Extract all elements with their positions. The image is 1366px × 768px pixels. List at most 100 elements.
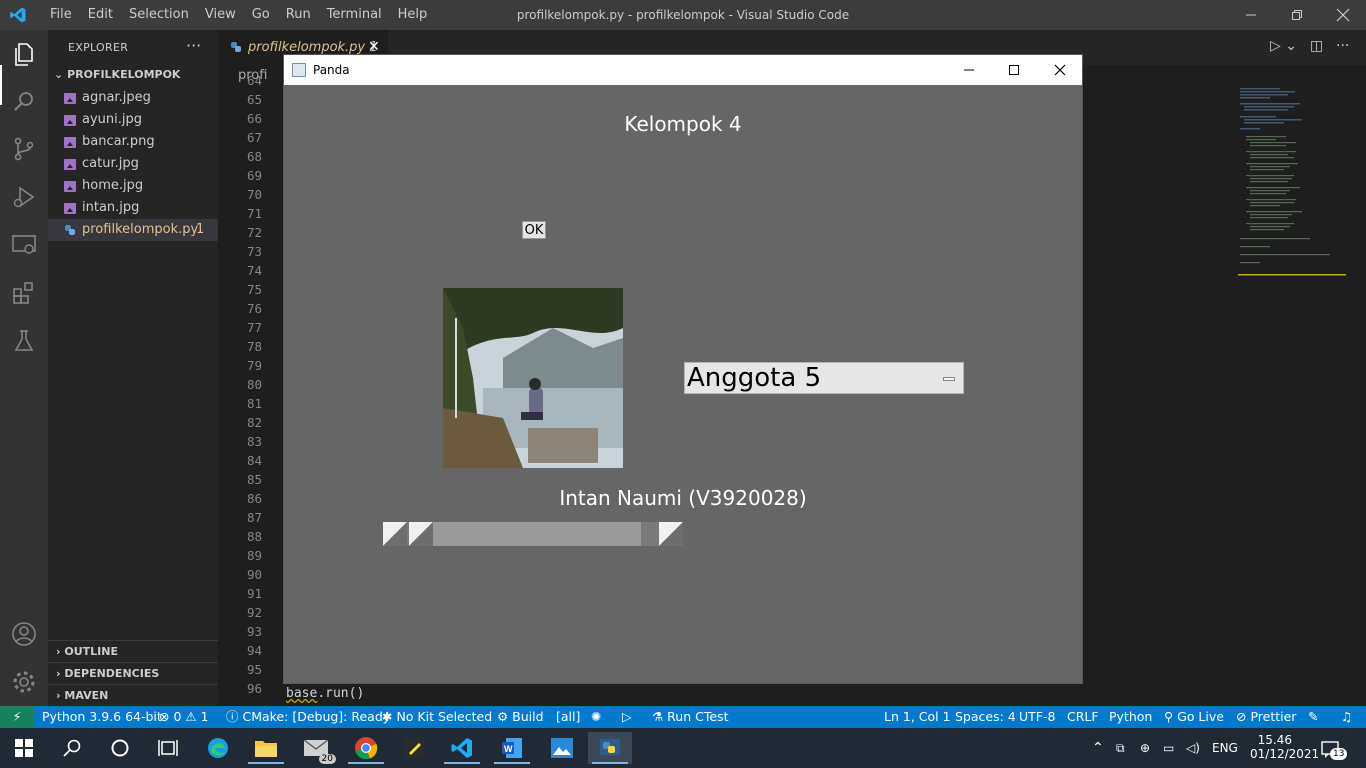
debug-icon[interactable]: ✺ — [591, 706, 601, 728]
tray-volume-icon[interactable]: ◁) — [1186, 728, 1200, 768]
feedback-icon[interactable]: ✎ — [1308, 706, 1318, 728]
cmake-kit[interactable]: ✱ No Kit Selected — [382, 706, 492, 728]
file-item[interactable]: agnar.jpeg — [64, 87, 151, 109]
menu-bar: File Edit Selection View Go Run Terminal… — [42, 0, 435, 30]
remote-indicator[interactable]: ⚡ — [0, 706, 34, 728]
member-slider[interactable] — [383, 522, 683, 546]
cursor-position[interactable]: Ln 1, Col 1 — [884, 706, 951, 728]
outline-section[interactable]: › OUTLINE — [48, 640, 218, 662]
taskbar-vscode[interactable] — [440, 732, 484, 764]
menu-selection[interactable]: Selection — [121, 0, 197, 30]
minimap[interactable] — [1238, 86, 1346, 282]
cortana-button[interactable] — [98, 732, 142, 764]
start-button[interactable] — [2, 732, 46, 764]
cmake-target[interactable]: [all] — [556, 706, 580, 728]
extensions-icon[interactable] — [10, 279, 38, 307]
explorer-more-actions[interactable]: ··· — [186, 36, 201, 55]
file-item[interactable]: ayuni.jpg — [64, 109, 142, 131]
member-name-label: Intan Naumi (V3920028) — [559, 486, 807, 510]
restore-button[interactable] — [1274, 0, 1320, 30]
chevron-down-icon: ⌄ — [54, 68, 64, 81]
maven-section[interactable]: › MAVEN — [48, 684, 218, 706]
taskbar-word[interactable]: W — [490, 732, 534, 764]
file-item[interactable]: bancar.png — [64, 131, 155, 153]
code-line-96[interactable]: base.run() — [286, 686, 364, 701]
menu-file[interactable]: File — [42, 0, 80, 30]
accounts-icon[interactable] — [10, 620, 38, 648]
line-endings[interactable]: CRLF — [1067, 706, 1099, 728]
line-number: 76 — [246, 301, 262, 316]
search-icon[interactable] — [10, 88, 38, 116]
tray-battery-icon[interactable]: ▭ — [1163, 728, 1174, 768]
minimize-button[interactable] — [1228, 0, 1274, 30]
folder-profilkelompok[interactable]: ⌄ PROFILKELOMPOK — [54, 68, 180, 81]
notifications-bell-icon[interactable]: ♫ — [1341, 706, 1352, 728]
file-encoding[interactable]: UTF-8 — [1019, 706, 1055, 728]
language-mode[interactable]: Python — [1109, 706, 1152, 728]
task-view-button[interactable] — [146, 732, 190, 764]
close-window-button[interactable] — [1320, 0, 1366, 30]
menu-help[interactable]: Help — [390, 0, 436, 30]
line-number: 66 — [246, 111, 262, 126]
taskbar-chrome[interactable] — [344, 732, 388, 764]
cmake-build[interactable]: ⚙ Build — [497, 706, 544, 728]
slider-right-arrow-icon[interactable] — [659, 522, 683, 546]
cmake-status[interactable]: ⓘ CMake: [Debug]: Ready — [226, 706, 390, 728]
close-icon — [1336, 8, 1350, 22]
line-number: 69 — [246, 168, 262, 183]
explorer-icon[interactable] — [10, 40, 38, 68]
file-item[interactable]: intan.jpg — [64, 197, 139, 219]
panda-close-button[interactable] — [1037, 55, 1083, 85]
problems-indicator[interactable]: ⊗ 0 ⚠ 1 — [159, 706, 209, 728]
panda-title-bar[interactable]: Panda — [284, 55, 1082, 85]
settings-gear-icon[interactable] — [10, 668, 38, 696]
file-item[interactable]: catur.jpg — [64, 153, 139, 175]
taskbar-search-button[interactable] — [50, 732, 94, 764]
panda-minimize-button[interactable] — [946, 55, 992, 85]
tray-clock[interactable]: 15.46 01/12/2021 — [1250, 733, 1320, 761]
run-debug-icon[interactable] — [10, 183, 38, 211]
testing-icon[interactable] — [10, 327, 38, 355]
tray-overflow-chevron-up-icon[interactable]: ⌃ — [1092, 728, 1104, 768]
remote-explorer-icon[interactable] — [10, 231, 38, 259]
windows-taskbar: 20 W ⌃ ⧉ ⊕ ▭ ◁) ENG 15.46 01/12/2021 13 — [0, 728, 1366, 768]
menu-edit[interactable]: Edit — [80, 0, 121, 30]
tray-device-icon[interactable]: ⧉ — [1116, 728, 1125, 768]
taskbar-sticky-notes[interactable] — [392, 732, 436, 764]
source-control-icon[interactable] — [10, 135, 38, 163]
menu-view[interactable]: View — [197, 0, 244, 30]
indentation[interactable]: Spaces: 4 — [955, 706, 1016, 728]
member-option-menu[interactable]: Anggota 5 — [684, 362, 964, 394]
taskbar-photos[interactable] — [540, 732, 584, 764]
split-editor-icon[interactable]: ◫ — [1310, 38, 1323, 54]
clock-time: 15.46 — [1257, 733, 1292, 747]
taskbar-edge[interactable] — [196, 732, 240, 764]
run-icon[interactable]: ▷ — [622, 706, 632, 728]
menu-terminal[interactable]: Terminal — [319, 0, 390, 30]
taskbar-mail[interactable]: 20 — [294, 732, 338, 764]
menu-run[interactable]: Run — [278, 0, 319, 30]
ok-button[interactable]: OK — [522, 221, 546, 239]
slider-thumb[interactable] — [409, 522, 641, 546]
taskbar-python[interactable] — [588, 732, 632, 764]
tray-language[interactable]: ENG — [1212, 728, 1238, 768]
prettier[interactable]: ⊘ Prettier — [1236, 706, 1296, 728]
panda-maximize-button[interactable] — [991, 55, 1037, 85]
line-number: 91 — [246, 586, 262, 601]
clock-date: 01/12/2021 — [1250, 747, 1320, 761]
file-item[interactable]: home.jpg — [64, 175, 143, 197]
windows-logo-icon — [15, 739, 33, 757]
go-live[interactable]: ⚲ Go Live — [1164, 706, 1224, 728]
slider-thumb-grip-icon[interactable] — [409, 522, 433, 546]
more-actions-icon[interactable]: ··· — [1336, 38, 1349, 54]
action-center-button[interactable]: 13 — [1320, 728, 1348, 768]
run-ctest[interactable]: ⚗ Run CTest — [652, 706, 728, 728]
menu-go[interactable]: Go — [244, 0, 278, 30]
python-interpreter[interactable]: Python 3.9.6 64-bit — [42, 706, 162, 728]
taskbar-file-explorer[interactable] — [244, 732, 288, 764]
dependencies-section[interactable]: › DEPENDENCIES — [48, 662, 218, 684]
file-item-active[interactable]: profilkelompok.py 1 — [48, 219, 218, 241]
slider-left-arrow-icon[interactable] — [383, 522, 407, 546]
run-python-file-icon[interactable]: ▷ ⌄ — [1270, 38, 1297, 54]
tray-network-globe-icon[interactable]: ⊕ — [1140, 728, 1150, 768]
